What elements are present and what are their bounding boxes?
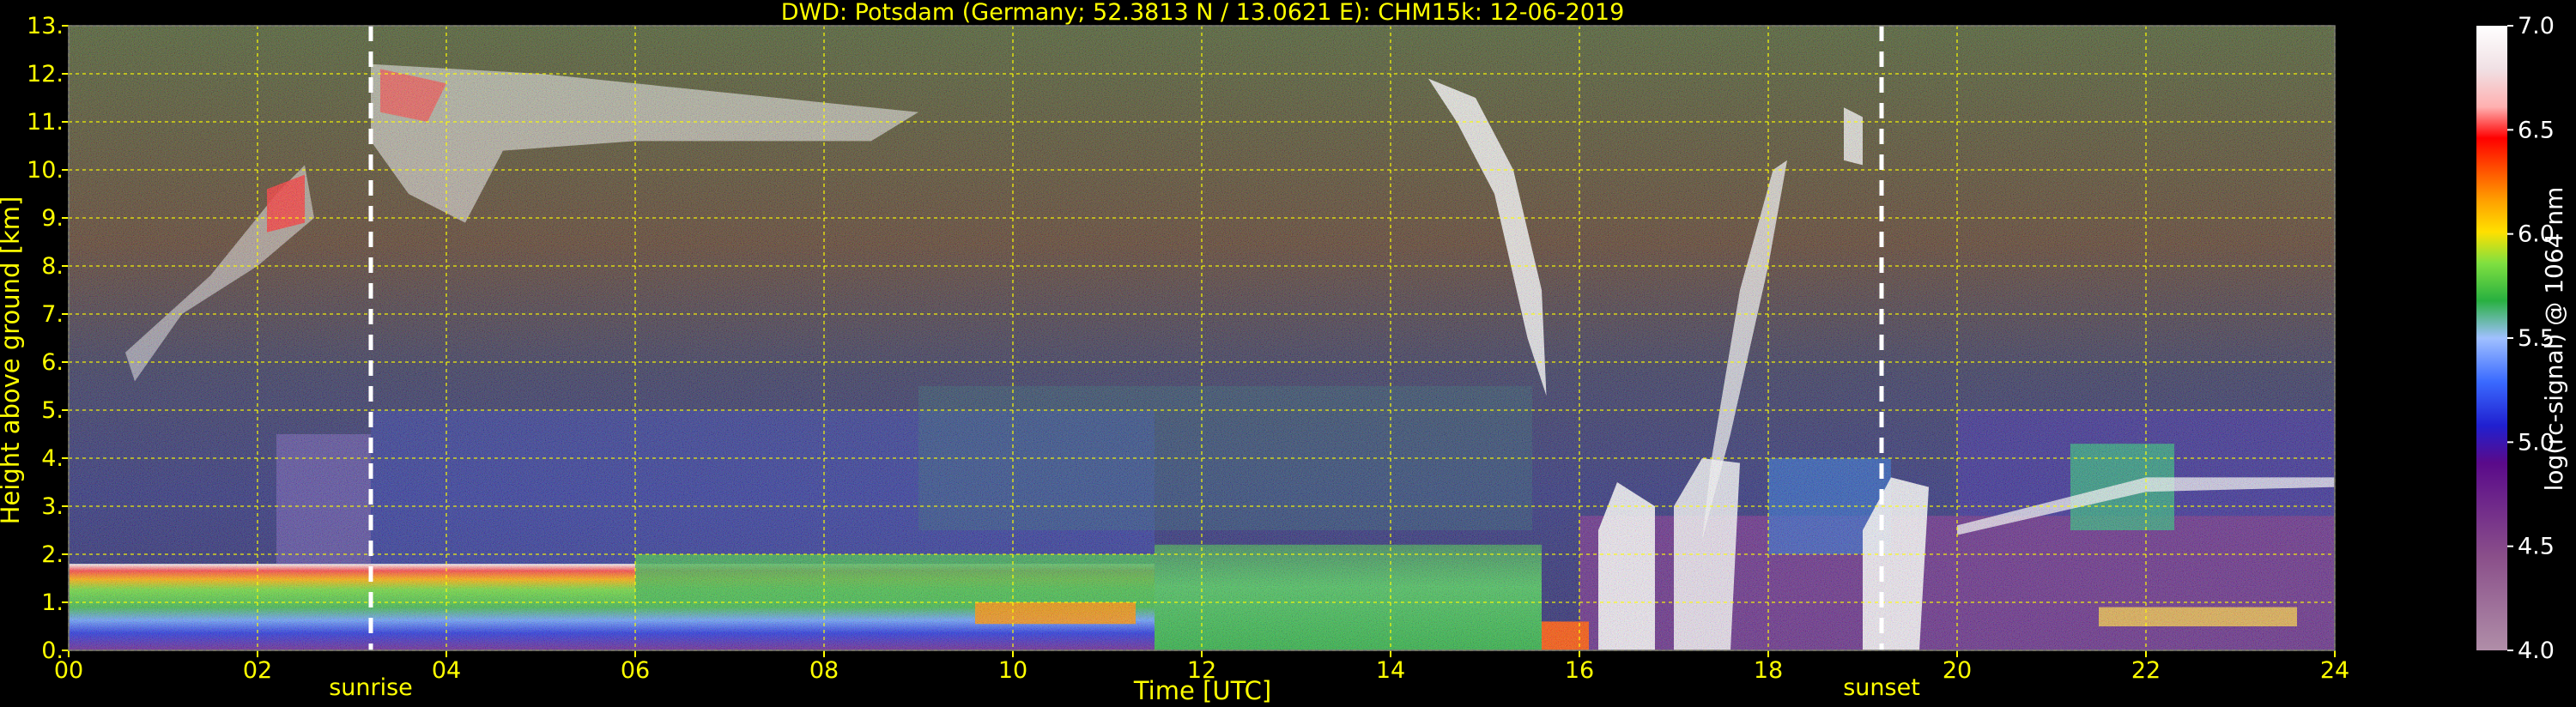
y-tick-label: 7.	[41, 301, 64, 328]
x-tick-label: 18	[1754, 657, 1783, 684]
colorbar-title: log(rc-signal) @ 1064 nm	[2540, 187, 2568, 492]
y-tick-label: 8.	[41, 253, 64, 280]
sunrise-label: sunrise	[329, 674, 413, 701]
x-tick-label: 10	[998, 657, 1027, 684]
y-tick-label: 1.	[41, 589, 64, 616]
y-tick-label: 6.	[41, 349, 64, 376]
x-tick-label: 14	[1376, 657, 1405, 684]
colorbar-gradient	[2476, 26, 2507, 650]
x-tick-label: 16	[1565, 657, 1594, 684]
colorbar-tick-label: 7.0	[2518, 13, 2555, 39]
x-tick-label: 06	[621, 657, 650, 684]
x-tick-label: 02	[243, 657, 272, 684]
y-tick-label: 2.	[41, 541, 64, 568]
chart-title: DWD: Potsdam (Germany; 52.3813 N / 13.06…	[781, 0, 1625, 26]
y-tick-label: 9.	[41, 205, 64, 232]
x-tick-label: 22	[2131, 657, 2161, 684]
x-axis-title: Time [UTC]	[1133, 676, 1271, 705]
x-tick-label: 08	[809, 657, 839, 684]
y-tick-label: 5.	[41, 397, 64, 424]
y-tick-label: 3.	[41, 493, 64, 520]
sunset-label: sunset	[1843, 674, 1920, 701]
y-tick-label: 13.	[27, 13, 64, 39]
x-tick-label: 24	[2320, 657, 2349, 684]
colorbar-tick-label: 4.0	[2518, 638, 2555, 664]
x-tick-label: 04	[432, 657, 461, 684]
y-tick-label: 4.	[41, 445, 64, 472]
y-tick-label: 10.	[27, 157, 64, 184]
y-axis-title: Height above ground [km]	[0, 196, 25, 525]
y-tick-label: 12.	[27, 61, 64, 88]
chart: sunrise sunset 00 02 04 06 08 10 12 14 16 18 20 22 24…	[0, 0, 2568, 705]
x-tick-label: 20	[1943, 657, 1972, 684]
y-tick-label: 0.	[41, 638, 64, 664]
colorbar-tick-label: 6.5	[2518, 117, 2555, 143]
y-tick-label: 11.	[27, 109, 64, 136]
colorbar-tick-label: 4.5	[2518, 534, 2555, 560]
